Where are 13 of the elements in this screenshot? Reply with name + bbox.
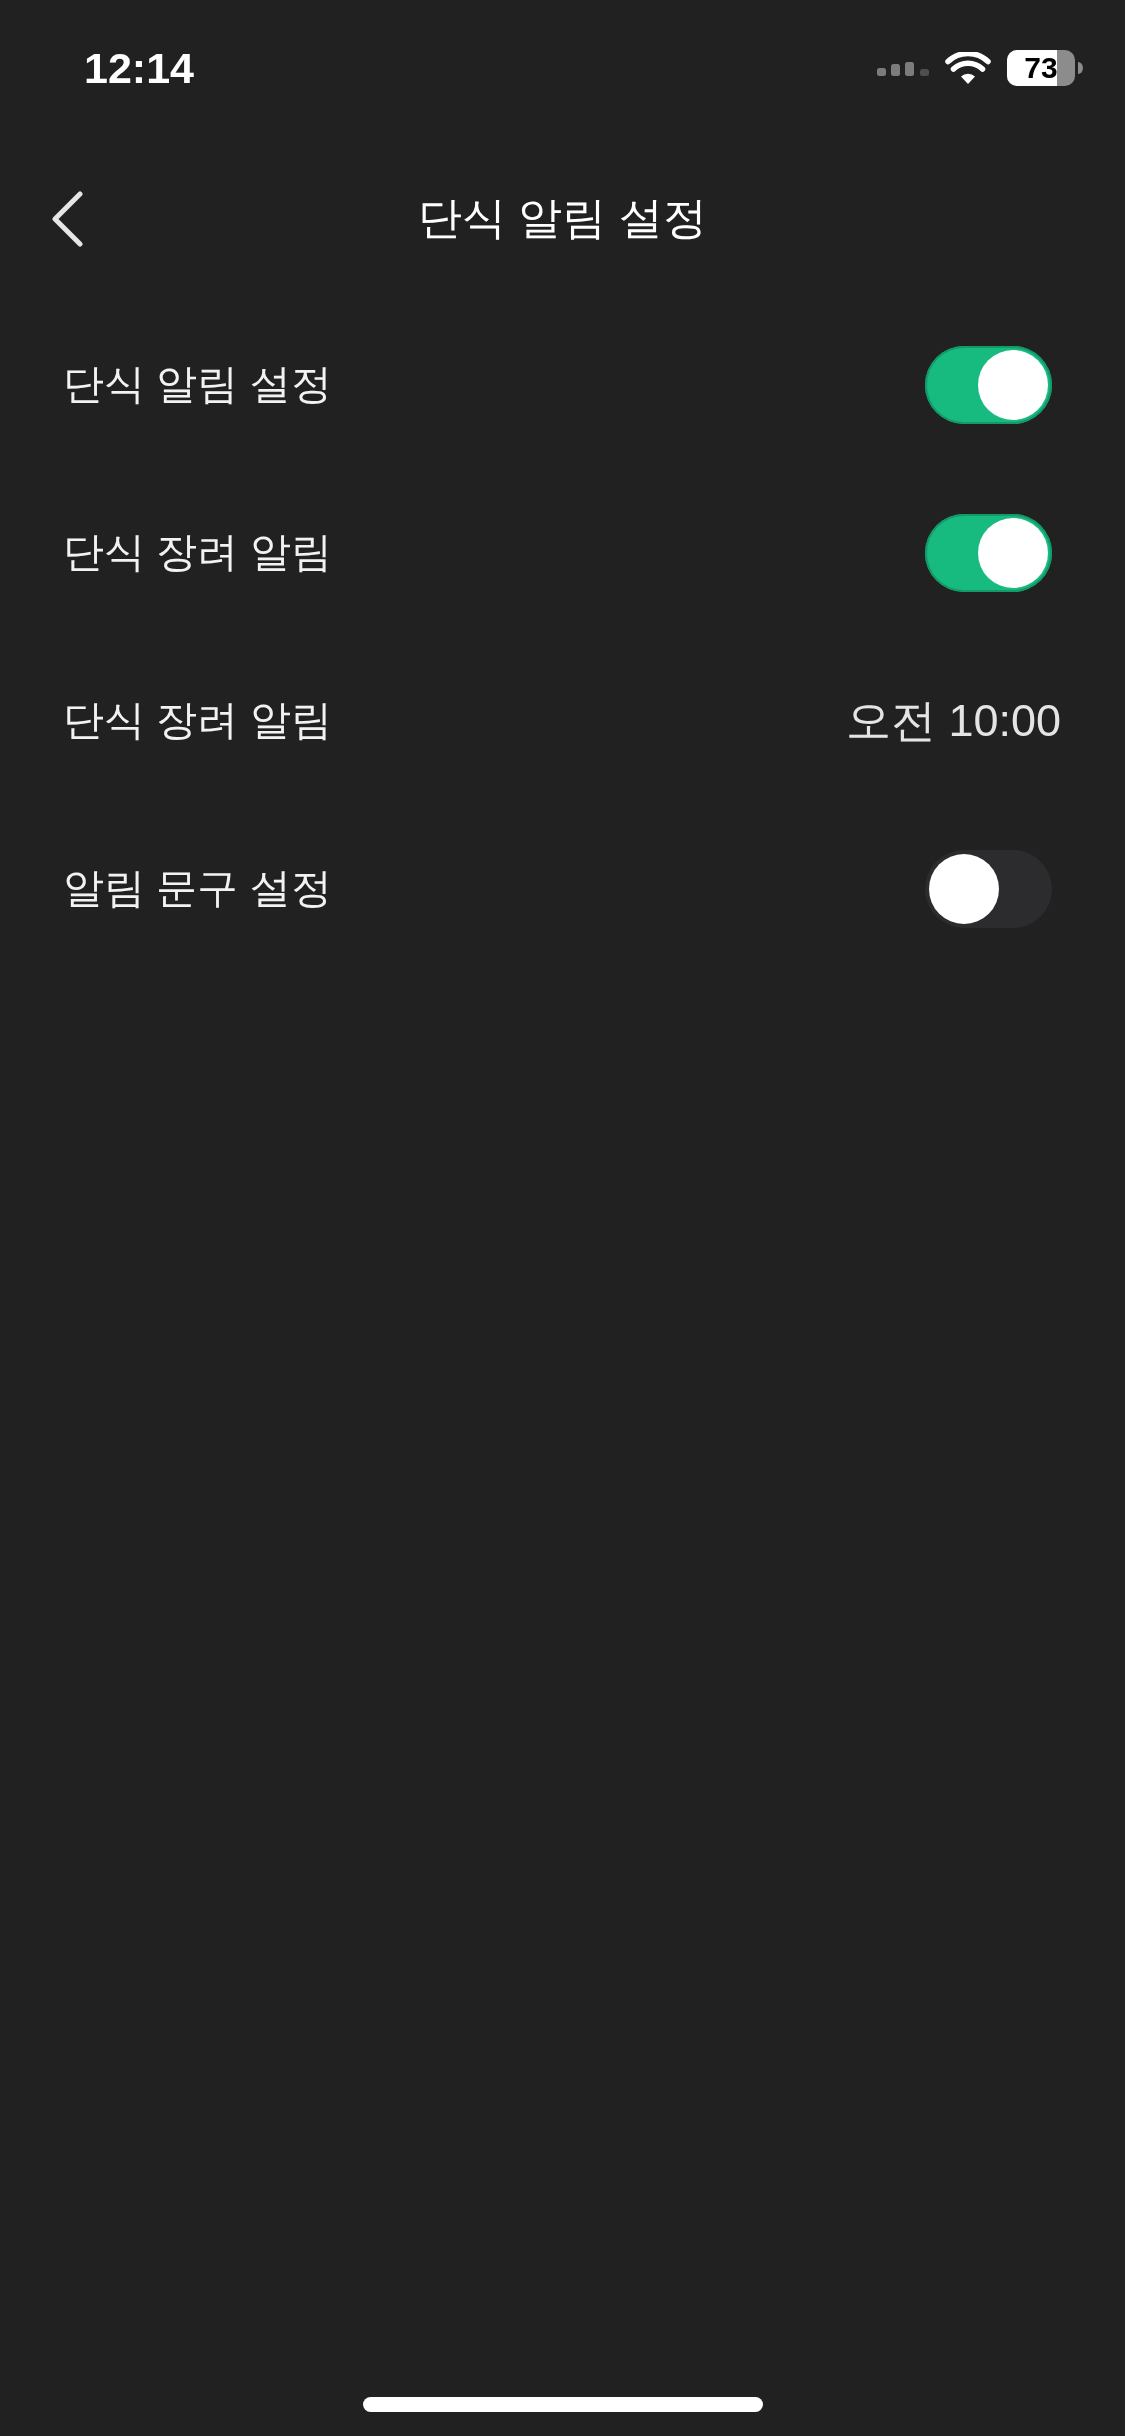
back-button[interactable]: [50, 190, 84, 247]
setting-label: 알림 문구 설정: [63, 864, 332, 914]
setting-label: 단식 알림 설정: [63, 360, 332, 410]
page-title: 단식 알림 설정: [418, 192, 707, 245]
wifi-icon: [945, 52, 991, 84]
setting-label: 단식 장려 알림: [63, 528, 332, 578]
time-value[interactable]: 오전 10:00: [845, 694, 1061, 748]
setting-label: 단식 장려 알림: [63, 696, 332, 746]
status-time: 12:14: [84, 46, 194, 90]
battery-icon: [1007, 50, 1083, 86]
chevron-left-icon: [50, 190, 84, 247]
signal-icon: [877, 60, 929, 76]
battery-percentage: 73: [1024, 53, 1058, 83]
